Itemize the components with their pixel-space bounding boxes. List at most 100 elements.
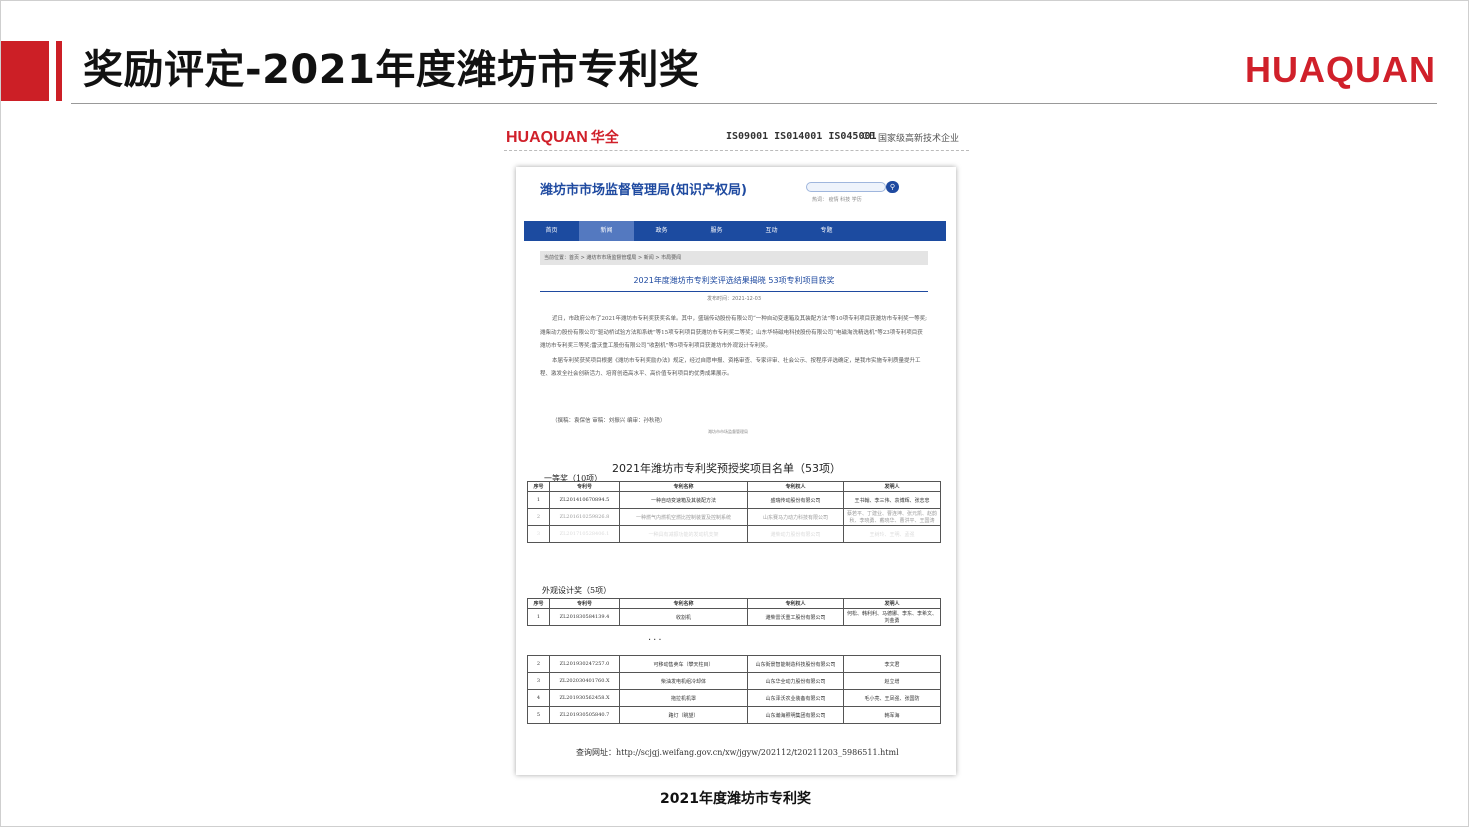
table-cell: 潍柴动力股份有限公司 bbox=[747, 525, 844, 543]
table-cell: 李文君 bbox=[843, 655, 941, 673]
document-image: HUAQUAN 华全 IS09001 IS014001 IS045001 CE 国… bbox=[504, 123, 969, 791]
table-cell: ZL201930505840.7 bbox=[549, 706, 620, 724]
table-cell: 5 bbox=[527, 706, 550, 724]
design-prize-table-continued: 2 ZL201930247257.0 可移动售卖车（攀天柱目） 山东街景智能制造科技股… bbox=[527, 655, 941, 724]
nav-service[interactable]: 服务 bbox=[689, 221, 744, 241]
table-cell: 3 bbox=[527, 672, 550, 690]
table-row: 2 ZL201930247257.0 可移动售卖车（攀天柱目） 山东街景智能制造科技股… bbox=[527, 655, 941, 673]
table-cell: 王书翰、李三伟、袁博辉、张志忠 bbox=[843, 491, 941, 509]
table-cell: 何松、韩利利、马德娜、李东、李希文、刘金勇 bbox=[843, 608, 941, 626]
iso-certifications: IS09001 IS014001 IS045001 bbox=[726, 131, 877, 142]
table-row: 3 ZL201710528406.1 一种具有减振功能的发动机支架 潍柴动力股份有限公… bbox=[527, 525, 941, 543]
table-row: 1 ZL201410670894.5 一种自动变速箱及其装配方法 盛瑞传动股份有限公司… bbox=[527, 491, 941, 509]
table-cell: 1 bbox=[527, 608, 550, 626]
table-cell: 毛小亮、王凤强、张国防 bbox=[843, 689, 941, 707]
webpage-screenshot: 潍坊市市场监督管理局(知识产权局) ⚲ 热词： 疫情 科技 学历 首页 新闻 政… bbox=[516, 167, 956, 775]
table-cell: 韩军海 bbox=[843, 706, 941, 724]
table-header-cell: 序号 bbox=[527, 598, 550, 609]
table-cell: 收割机 bbox=[619, 608, 748, 626]
first-prize-table: 序号 专利号 专利名称 专利权人 发明人 1 ZL201410670894.5 一种… bbox=[527, 481, 941, 543]
title-accent-bar bbox=[1, 41, 49, 101]
table-cell: ZL201710528406.1 bbox=[549, 525, 620, 543]
table-cell: 2 bbox=[527, 508, 550, 526]
article-date: 发布时间：2021-12-03 bbox=[706, 296, 762, 302]
article-title: 2021年度潍坊市专利奖评选结果揭晓 53项专利项目获奖 bbox=[633, 276, 835, 285]
doc-logo: HUAQUAN 华全 bbox=[506, 129, 619, 146]
search-input[interactable] bbox=[806, 182, 886, 192]
table-cell: ZL201930562458.X bbox=[549, 689, 620, 707]
query-url: 查询网址：http://scjgj.weifang.gov.cn/xw/jgyw… bbox=[576, 748, 899, 757]
table-header-row: 序号 专利号 专利名称 专利权人 发明人 bbox=[527, 598, 941, 609]
nav-topics[interactable]: 专题 bbox=[799, 221, 854, 241]
article-body: 近日，市政府公布了2021年潍坊市专利奖获奖名单。其中，盛瑞传动股份有限公司“一… bbox=[540, 313, 928, 383]
header-divider bbox=[71, 103, 1437, 104]
article-title-divider bbox=[540, 291, 928, 292]
omitted-rows-ellipsis: ··· bbox=[648, 635, 664, 646]
table-cell: 可移动售卖车（攀天柱目） bbox=[619, 655, 748, 673]
title-accent-stripe bbox=[56, 41, 62, 101]
table-cell: 一种自动变速箱及其装配方法 bbox=[619, 491, 748, 509]
site-nav: 首页 新闻 政务 服务 互动 专题 bbox=[524, 221, 946, 241]
table-header-cell: 发明人 bbox=[843, 598, 941, 609]
table-row: 3 ZL202030401760.X 柴油发电机组冷却体 山东华全动力股份有限公司 赵立… bbox=[527, 672, 941, 690]
table-header-cell: 发明人 bbox=[843, 481, 941, 492]
nav-affairs[interactable]: 政务 bbox=[634, 221, 689, 241]
search-icon[interactable]: ⚲ bbox=[886, 181, 899, 193]
design-prize-heading: 外观设计奖（5项） bbox=[542, 586, 612, 595]
table-row: 5 ZL201930505840.7 路灯（眺望） 山东瀚海照明集团有限公司 韩军海 bbox=[527, 706, 941, 724]
table-cell: 山东瀚海照明集团有限公司 bbox=[747, 706, 844, 724]
huaquan-logo: HUAQUAN bbox=[1245, 49, 1436, 90]
doc-header: HUAQUAN 华全 IS09001 IS014001 IS045001 CE 国… bbox=[504, 123, 969, 151]
table-cell: ZL201410670894.5 bbox=[549, 491, 620, 509]
table-cell: 2 bbox=[527, 655, 550, 673]
table-cell: 赵立增 bbox=[843, 672, 941, 690]
award-list-title: 2021年潍坊市专利奖预授奖项目名单（53项） bbox=[612, 462, 841, 475]
site-name: 潍坊市市场监督管理局(知识产权局) bbox=[540, 183, 747, 198]
table-cell: 一种具有减振功能的发动机支架 bbox=[619, 525, 748, 543]
table-header-cell: 序号 bbox=[527, 481, 550, 492]
article-paragraph: 本届专利奖获奖项目根据《潍坊市专利奖励办法》规定，经过自愿申报、资格审查、专家评… bbox=[540, 357, 921, 378]
image-caption: 2021年度潍坊市专利奖 bbox=[660, 791, 811, 807]
nav-news[interactable]: 新闻 bbox=[579, 221, 634, 241]
table-header-cell: 专利号 bbox=[549, 481, 620, 492]
table-row: 4 ZL201930562458.X 拖拉机机罩 山东泽沃农业装备有限公司 毛小亮、王凤… bbox=[527, 689, 941, 707]
nav-interaction[interactable]: 互动 bbox=[744, 221, 799, 241]
table-cell: 山东赛马力动力科技有限公司 bbox=[747, 508, 844, 526]
table-cell: 4 bbox=[527, 689, 550, 707]
slide: 奖励评定-2021年度潍坊市专利奖 HUAQUAN HUAQUAN 华全 IS09… bbox=[0, 0, 1469, 827]
table-row: 1 ZL201830584139.4 收割机 潍柴雷沃重工股份有限公司 何松、韩利利、马… bbox=[527, 608, 941, 626]
table-cell: 拖拉机机罩 bbox=[619, 689, 748, 707]
article-paragraph: 近日，市政府公布了2021年潍坊市专利奖获奖名单。其中，盛瑞传动股份有限公司“一… bbox=[540, 316, 927, 349]
design-prize-table: 序号 专利号 专利名称 专利权人 发明人 1 ZL201830584139.4 收割… bbox=[527, 598, 941, 626]
table-cell: 山东华全动力股份有限公司 bbox=[747, 672, 844, 690]
table-cell: 路灯（眺望） bbox=[619, 706, 748, 724]
hitech-label: 国家级高新技术企业 bbox=[878, 134, 960, 144]
article-credits: （撰稿：袁保信 审稿：刘振兴 编审：孙秋艳） bbox=[552, 418, 666, 424]
search-hot-words: 热词： 疫情 科技 学历 bbox=[812, 197, 862, 203]
nav-home[interactable]: 首页 bbox=[524, 221, 579, 241]
table-cell: 1 bbox=[527, 491, 550, 509]
breadcrumb: 当前位置：首页 > 潍坊市市场监督管理局 > 新闻 > 市局要闻 bbox=[540, 251, 928, 265]
table-cell: 柴油发电机组冷却体 bbox=[619, 672, 748, 690]
publisher-stamp: 潍坊市市场监督管理局 bbox=[708, 429, 748, 434]
table-cell: 潍柴雷沃重工股份有限公司 bbox=[747, 608, 844, 626]
table-header-cell: 专利号 bbox=[549, 598, 620, 609]
table-cell: ZL201930247257.0 bbox=[549, 655, 620, 673]
slide-title: 奖励评定-2021年度潍坊市专利奖 bbox=[83, 47, 700, 93]
table-cell: ZL202030401760.X bbox=[549, 672, 620, 690]
table-cell: 王树玲、王明、孟强 bbox=[843, 525, 941, 543]
table-header-cell: 专利权人 bbox=[747, 481, 844, 492]
table-cell: 盛瑞传动股份有限公司 bbox=[747, 491, 844, 509]
table-row: 2 ZL201610259826.8 一种燃气内燃机空燃比控制装置及控制系统 山东赛马… bbox=[527, 508, 941, 526]
table-header-row: 序号 专利号 专利名称 专利权人 发明人 bbox=[527, 481, 941, 492]
ce-mark: CE bbox=[862, 131, 876, 142]
table-cell: 3 bbox=[527, 525, 550, 543]
table-cell: ZL201610259826.8 bbox=[549, 508, 620, 526]
table-header-cell: 专利名称 bbox=[619, 598, 748, 609]
table-cell: 一种燃气内燃机空燃比控制装置及控制系统 bbox=[619, 508, 748, 526]
table-header-cell: 专利名称 bbox=[619, 481, 748, 492]
table-cell: 山东泽沃农业装备有限公司 bbox=[747, 689, 844, 707]
table-cell: ZL201830584139.4 bbox=[549, 608, 620, 626]
table-cell: 山东街景智能制造科技股份有限公司 bbox=[747, 655, 844, 673]
table-header-cell: 专利权人 bbox=[747, 598, 844, 609]
